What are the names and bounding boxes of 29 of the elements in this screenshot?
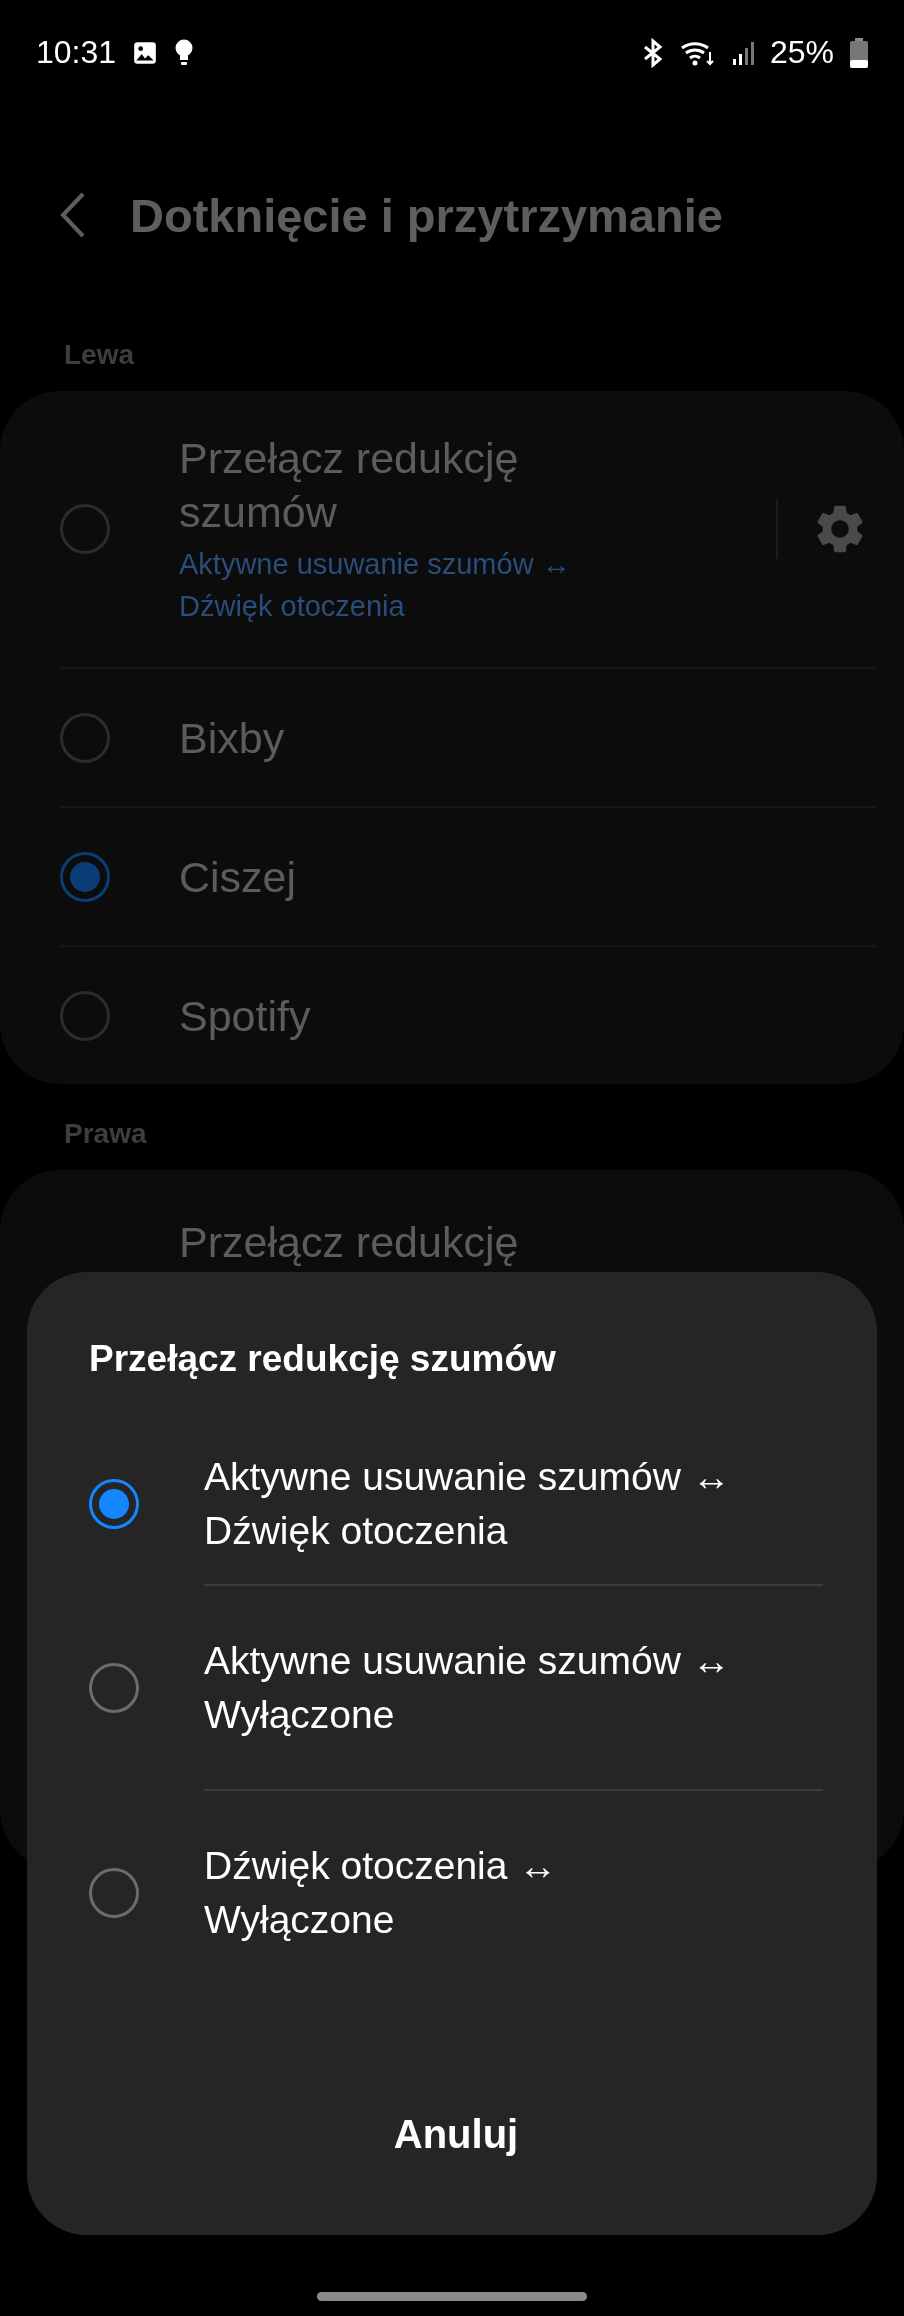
lightbulb-icon: [174, 38, 195, 67]
option-title[interactable]: Spotify: [179, 988, 876, 1043]
bluetooth-icon: [641, 37, 664, 68]
radio-button[interactable]: [89, 1662, 139, 1713]
dialog-title: Przełącz redukcję szumów: [89, 1338, 557, 1380]
page-title: Dotknięcie i przytrzymanie: [130, 187, 723, 243]
option-title[interactable]: Przełącz redukcję szumów: [179, 431, 756, 539]
radio-button[interactable]: [60, 504, 110, 554]
signal-icon: [731, 39, 754, 66]
battery-percent: 25%: [769, 34, 834, 71]
option-label[interactable]: Dźwięk otoczenia ↔ Wyłączone: [204, 1838, 558, 1947]
section-label: Lewa: [63, 338, 136, 372]
radio-button[interactable]: [89, 1867, 139, 1918]
cancel-button[interactable]: Anuluj: [373, 2102, 539, 2167]
option-title[interactable]: Bixby: [179, 710, 876, 765]
battery-icon: [850, 37, 868, 68]
option-title[interactable]: Ciszej: [179, 849, 876, 904]
radio-button[interactable]: [60, 712, 110, 763]
radio-button[interactable]: [60, 851, 110, 902]
section-label: Prawa: [63, 1117, 148, 1151]
option-label[interactable]: Aktywne usuwanie szumów ↔ Dźwięk otoczenia: [204, 1450, 731, 1558]
radio-button[interactable]: [89, 1479, 139, 1529]
option-subtitle: Aktywne usuwanie szumów ↔ Dźwięk otoczenia: [179, 547, 572, 624]
radio-button[interactable]: [60, 990, 110, 1041]
option-label[interactable]: Aktywne usuwanie szumów ↔ Wyłączone: [204, 1633, 731, 1742]
back-icon[interactable]: [60, 192, 86, 238]
status-time: 10:31: [36, 34, 117, 71]
image-icon: [132, 39, 159, 66]
option-title[interactable]: Przełącz redukcję: [179, 1214, 876, 1269]
